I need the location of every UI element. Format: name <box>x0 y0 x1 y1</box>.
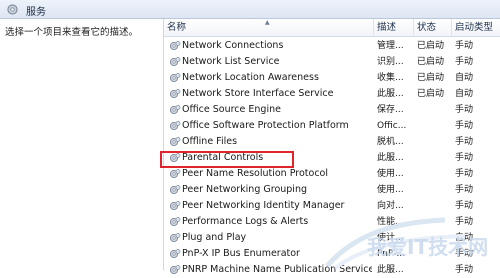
service-description: PnP-... <box>377 249 406 259</box>
service-name: PnP-X IP Bus Enumerator <box>182 248 300 259</box>
service-gear-icon <box>169 41 181 51</box>
description-pane: 选择一个项目来查看它的描述。 <box>0 19 164 270</box>
service-description: 此服... <box>377 89 404 99</box>
service-gear-icon <box>169 249 181 259</box>
service-description: 管理... <box>377 41 404 51</box>
service-row[interactable]: Network Store Interface Service 此服... 已启动自… <box>164 86 500 102</box>
service-startup-type: 手动 <box>455 217 474 227</box>
service-startup-type: 手动 <box>455 201 474 211</box>
service-name: PNRP Machine Name Publication Service <box>182 264 372 275</box>
service-name: Network List Service <box>182 56 280 67</box>
column-header-row: 名称 ▲ 描述 状态 启动类型 <box>164 19 500 37</box>
service-description: 脱机... <box>377 137 404 147</box>
service-status <box>417 214 451 230</box>
column-header-startup-type[interactable]: 启动类型 <box>452 19 500 36</box>
service-description: 识别... <box>377 57 404 67</box>
service-description: 性能... <box>377 217 404 227</box>
service-startup-type: 自动 <box>455 233 474 243</box>
service-name: Network Location Awareness <box>182 72 319 83</box>
service-status: 已启动 <box>417 73 445 83</box>
service-description: 向对... <box>377 201 404 211</box>
service-name: Plug and Play <box>182 232 247 243</box>
service-gear-icon <box>169 57 181 67</box>
service-status <box>417 262 451 278</box>
service-description: 此服... <box>377 265 404 275</box>
service-row[interactable]: Network Location Awareness 收集... 已启动 自动 <box>164 70 500 86</box>
service-row[interactable]: PnP-X IP Bus Enumerator PnP-... 手动 <box>164 246 500 262</box>
service-startup-type: 自动 <box>455 73 474 83</box>
service-status <box>417 198 451 214</box>
service-gear-icon <box>169 137 181 147</box>
service-description: Offic... <box>377 121 407 131</box>
service-status <box>417 246 451 262</box>
service-name: Office Software Protection Platform <box>182 120 349 131</box>
service-row[interactable]: Peer Name Resolution Protocol 使用... 手动 <box>164 166 500 182</box>
service-description: 保存... <box>377 105 404 115</box>
service-status: 已启动 <box>417 89 445 99</box>
service-gear-icon <box>169 233 181 243</box>
service-startup-type: 手动 <box>455 265 474 275</box>
services-gear-icon <box>7 4 18 15</box>
service-status <box>417 102 451 118</box>
column-header-status[interactable]: 状态 <box>414 19 452 36</box>
service-gear-icon <box>169 89 181 99</box>
service-row[interactable]: Network List Service 识别... 已启动 手动 <box>164 54 500 70</box>
service-name: Performance Logs & Alerts <box>182 216 309 227</box>
service-name: Office Source Engine <box>182 104 281 115</box>
service-row[interactable]: Peer Networking Grouping 使用... 手动 <box>164 182 500 198</box>
service-name: Network Store Interface Service <box>182 88 334 99</box>
service-status <box>417 134 451 150</box>
service-gear-icon <box>169 105 181 115</box>
services-list: 名称 ▲ 描述 状态 启动类型 Network Connections 管理...… <box>164 19 500 275</box>
sort-ascending-icon: ▲ <box>265 19 270 26</box>
service-row[interactable]: Performance Logs & Alerts 性能... 手动 <box>164 214 500 230</box>
service-row[interactable]: PNRP Machine Name Publication Service 此服.… <box>164 262 500 278</box>
service-startup-type: 手动 <box>455 169 474 179</box>
service-startup-type: 手动 <box>455 137 474 147</box>
service-name: Peer Name Resolution Protocol <box>182 168 328 179</box>
service-description: 使用... <box>377 169 404 179</box>
service-row[interactable]: Office Software Protection Platform Offic… <box>164 118 500 134</box>
service-startup-type: 手动 <box>455 41 474 51</box>
service-status <box>417 166 451 182</box>
service-startup-type: 自动 <box>455 89 474 99</box>
service-description: 使用... <box>377 185 404 195</box>
service-description: 此服... <box>377 153 404 163</box>
service-gear-icon <box>169 121 181 131</box>
service-status <box>417 230 451 246</box>
service-row[interactable]: Plug and Play 使计... 自动 <box>164 230 500 246</box>
service-startup-type: 手动 <box>455 249 474 259</box>
service-startup-type: 手动 <box>455 185 474 195</box>
highlight-box <box>160 151 294 168</box>
service-row[interactable]: Network Connections 管理... 已启动 手动 <box>164 38 500 54</box>
service-name: Offline Files <box>182 136 238 147</box>
service-row[interactable]: Peer Networking Identity Manager 向对... 手动 <box>164 198 500 214</box>
title-bar: 服务 <box>0 0 500 19</box>
service-startup-type: 手动 <box>455 153 474 163</box>
service-description: 收集... <box>377 73 404 83</box>
service-gear-icon <box>169 265 181 275</box>
column-header-description[interactable]: 描述 <box>374 19 414 36</box>
service-startup-type: 手动 <box>455 105 474 115</box>
service-status: 已启动 <box>417 57 445 67</box>
service-gear-icon <box>169 201 181 211</box>
service-name: Peer Networking Identity Manager <box>182 200 345 211</box>
service-status <box>417 118 451 134</box>
window-title: 服务 <box>26 7 46 18</box>
service-gear-icon <box>169 217 181 227</box>
service-startup-type: 手动 <box>455 121 474 131</box>
service-description: 使计... <box>377 233 404 243</box>
service-gear-icon <box>169 185 181 195</box>
service-row[interactable]: Offline Files 脱机... 手动 <box>164 134 500 150</box>
service-name: Peer Networking Grouping <box>182 184 307 195</box>
service-status <box>417 182 451 198</box>
service-gear-icon <box>169 169 181 179</box>
service-status <box>417 150 451 166</box>
service-row[interactable]: Office Source Engine 保存... 手动 <box>164 102 500 118</box>
description-prompt: 选择一个项目来查看它的描述。 <box>5 27 139 38</box>
service-name: Network Connections <box>182 40 284 51</box>
service-startup-type: 手动 <box>455 57 474 67</box>
service-status: 已启动 <box>417 41 445 51</box>
service-gear-icon <box>169 73 181 83</box>
